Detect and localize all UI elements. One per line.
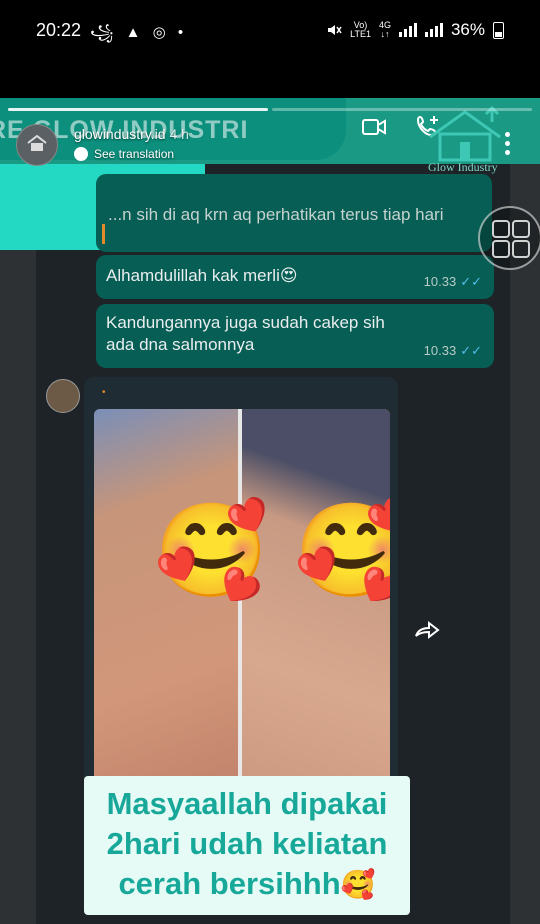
message-bubble: Alhamdulillah kak merli😍 10.33 ✓✓ [96,255,494,299]
caption-emoji: 🥰 [340,869,376,900]
status-time: 20:22 [36,20,82,40]
caption-line-3: cerah bersihhh [118,866,341,901]
account-name-row[interactable]: glowindustry.id 4 h [74,126,189,142]
message-text: Alhamdulillah kak merli😍 [106,266,298,285]
signal-icon-2 [424,23,443,37]
reply-indicator [102,224,105,244]
forward-icon[interactable] [414,620,440,640]
globe-icon [74,147,88,161]
message-bubble: ...n sih di aq krn aq perhatikan terus t… [96,174,492,252]
see-translation-label: See translation [94,147,175,161]
smiling-hearts-emoji: 🥰 [154,500,269,602]
status-bar: 20:22 ꧁ ▲ ◎ • Vo) LTE1 4G ↓↑ 36% [0,0,540,62]
message-text: ...n sih di aq krn aq perhatikan terus t… [108,205,444,224]
see-translation-button[interactable]: See translation [74,147,174,161]
network-type: 4G ↓↑ [378,20,391,39]
sender-dot: • [102,387,106,398]
account-avatar[interactable] [16,124,58,166]
message-time: 10.33 ✓✓ [423,274,482,289]
mute-icon [328,25,342,35]
battery-percent: 36% [450,20,485,39]
notification-icons: ꧁ ▲ ◎ • [90,24,188,41]
smiling-hearts-emoji: 🥰 [294,500,390,602]
house-logo-icon [27,135,47,151]
brand-text: Glow Industry [428,160,498,174]
message-time: 10.33 ✓✓ [423,343,482,358]
caption-line-1: Masyaallah dipakai [106,786,388,821]
signal-icon [398,23,417,37]
story-progress [8,108,532,111]
account-name: glowindustry.id [74,126,166,142]
message-text: Kandungannya juga sudah cakep sih ada dn… [106,313,385,354]
volte-indicator: Vo) LTE1 [350,20,371,39]
story-time: 4 h [169,126,189,142]
status-right-group: Vo) LTE1 4G ↓↑ 36% [326,20,504,40]
battery-icon [493,21,504,39]
story-viewer[interactable]: RE GLOW INDUSTRI Glow Industry glowindus… [0,98,540,924]
read-ticks-icon: ✓✓ [460,343,482,358]
menu-dots-icon [505,132,511,158]
message-bubble: Kandungannya juga sudah cakep sih ada dn… [96,304,494,368]
video-call-icon [362,119,386,135]
grid-view-icon[interactable] [478,206,540,270]
read-ticks-icon: ✓✓ [460,274,482,289]
story-caption: Masyaallah dipakai 2hari udah keliatan c… [84,776,410,915]
sender-avatar [46,379,80,413]
caption-line-2: 2hari udah keliatan [106,826,388,861]
